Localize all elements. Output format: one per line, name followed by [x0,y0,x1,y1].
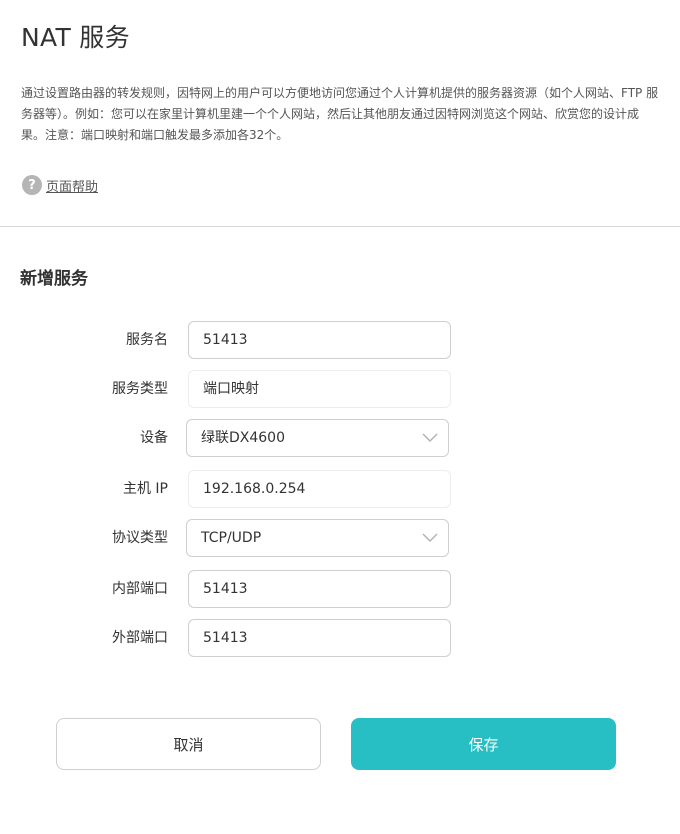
device-row: 设备 绿联DX4600 [0,419,680,457]
page-title: NAT 服务 [21,23,130,52]
service-name-input[interactable] [188,321,451,359]
device-select[interactable]: 绿联DX4600 [186,419,449,457]
device-label: 设备 [140,430,168,446]
protocol-selected-value: TCP/UDP [201,530,262,546]
protocol-select[interactable]: TCP/UDP [186,519,449,557]
host-ip-value: 192.168.0.254 [188,470,451,508]
service-type-label: 服务类型 [112,381,168,397]
section-title: 新增服务 [20,269,88,289]
cancel-button[interactable]: 取消 [56,718,321,770]
external-port-input[interactable] [188,619,451,657]
help-icon: ? [22,175,42,195]
protocol-row: 协议类型 TCP/UDP [0,519,680,557]
save-button[interactable]: 保存 [351,718,616,770]
internal-port-input[interactable] [188,570,451,608]
device-selected-value: 绿联DX4600 [201,430,285,446]
internal-port-row: 内部端口 [0,570,680,608]
internal-port-label: 内部端口 [112,581,168,597]
external-port-row: 外部端口 [0,619,680,657]
chevron-down-icon [422,433,438,442]
service-type-value: 端口映射 [188,370,451,408]
protocol-label: 协议类型 [112,530,168,546]
chevron-down-icon [422,533,438,542]
host-ip-row: 主机 IP 192.168.0.254 [0,470,680,508]
service-name-label: 服务名 [126,332,168,348]
page-help-link[interactable]: ? 页面帮助 [22,175,98,195]
section-divider [0,226,680,227]
service-type-row: 服务类型 端口映射 [0,370,680,408]
external-port-label: 外部端口 [112,630,168,646]
host-ip-label: 主机 IP [122,481,168,497]
page-help-label: 页面帮助 [46,179,99,195]
service-name-row: 服务名 [0,321,680,359]
page-description: 通过设置路由器的转发规则，因特网上的用户可以方便地访问您通过个人计算机提供的服务… [21,86,659,142]
